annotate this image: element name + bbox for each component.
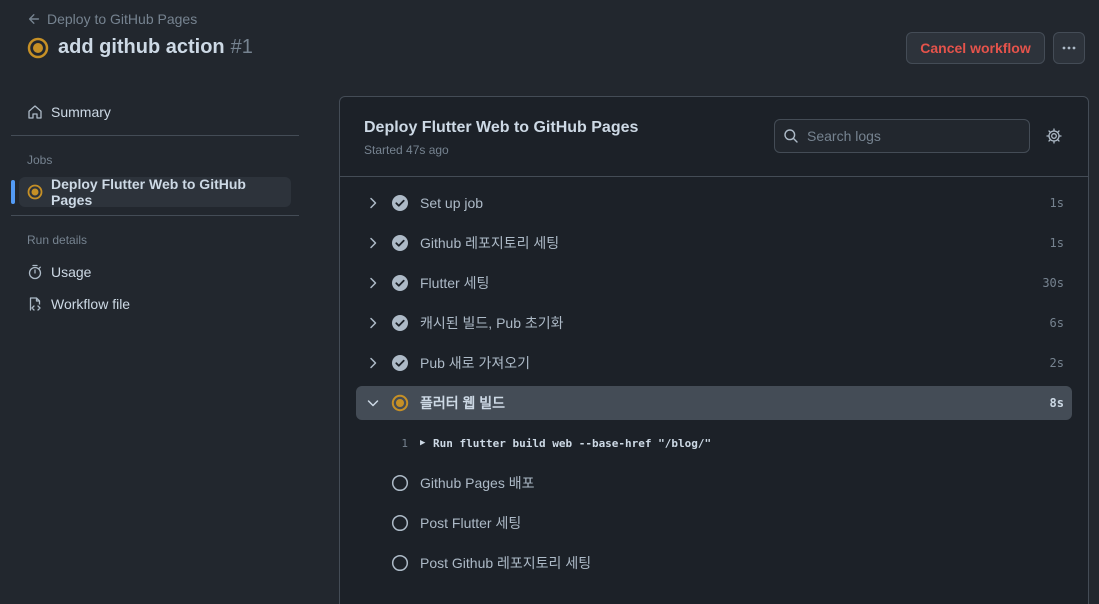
cancel-workflow-button[interactable]: Cancel workflow — [906, 32, 1045, 64]
chevron-down-icon — [367, 400, 379, 407]
check-circle-icon — [392, 355, 408, 371]
step-post-flutter-setup[interactable]: Post Flutter 세팅 — [356, 506, 1072, 540]
arrow-left-icon — [28, 14, 40, 24]
sidebar-item-usage[interactable]: Usage — [27, 264, 91, 280]
step-name: Post Github 레포지토리 세팅 — [420, 555, 592, 571]
step-github-repo-setup[interactable]: Github 레포지토리 세팅 1s — [356, 226, 1072, 260]
kebab-horizontal-icon — [1062, 46, 1076, 50]
more-options-button[interactable] — [1053, 32, 1085, 64]
log-line-number[interactable]: 1 — [388, 437, 408, 450]
step-duration: 6s — [1049, 316, 1064, 330]
workflow-run-page: Deploy to GitHub Pages add github action… — [0, 0, 1099, 604]
log-line-text: Run flutter build web --base-href "/blog… — [433, 436, 712, 450]
step-pub-get[interactable]: Pub 새로 가져오기 2s — [356, 346, 1072, 380]
sidebar-item-label: Deploy Flutter Web to GitHub Pages — [51, 176, 246, 208]
sidebar-item-label: Summary — [51, 104, 111, 120]
step-flutter-web-build[interactable]: 플러터 웹 빌드 8s — [356, 386, 1072, 420]
step-duration: 1s — [1049, 196, 1064, 210]
run-details-heading: Run details — [27, 233, 88, 247]
search-logs-input[interactable] — [807, 128, 1027, 144]
active-job-indicator — [11, 180, 15, 204]
step-duration: 30s — [1042, 276, 1064, 290]
queued-circle-icon — [391, 474, 409, 492]
back-to-workflow-link[interactable]: Deploy to GitHub Pages — [27, 11, 197, 27]
job-log-panel: Deploy Flutter Web to GitHub Pages Start… — [339, 96, 1089, 604]
step-name: 플러터 웹 빌드 — [420, 395, 506, 411]
run-title-row: add github action #1 — [27, 36, 253, 59]
sidebar-item-label: Workflow file — [51, 296, 131, 312]
stopwatch-icon — [28, 264, 42, 280]
sidebar-item-active-job[interactable]: Deploy Flutter Web to GitHub Pages — [19, 176, 291, 208]
chevron-right-icon — [370, 277, 377, 289]
search-logs-box[interactable] — [774, 119, 1030, 153]
step-name: Github Pages 배포 — [420, 475, 535, 491]
sidebar-divider — [11, 135, 299, 136]
in-progress-status-icon — [27, 37, 49, 58]
step-name: Post Flutter 세팅 — [420, 515, 522, 531]
step-post-github-repo-setup[interactable]: Post Github 레포지토리 세팅 — [356, 546, 1072, 580]
search-icon — [784, 129, 798, 143]
check-circle-icon — [392, 275, 408, 291]
step-cache-init[interactable]: 캐시된 빌드, Pub 초기화 6s — [356, 306, 1072, 340]
check-circle-icon — [392, 315, 408, 331]
step-duration: 8s — [1049, 396, 1064, 410]
job-title: Deploy Flutter Web to GitHub Pages — [364, 119, 639, 136]
job-started-time: Started 47s ago — [364, 143, 449, 157]
jobs-heading: Jobs — [27, 153, 53, 167]
file-code-icon — [29, 297, 41, 311]
chevron-right-icon — [370, 237, 377, 249]
home-icon — [28, 105, 42, 119]
sidebar-item-workflow-file[interactable]: Workflow file — [27, 296, 130, 312]
gear-icon[interactable] — [1046, 128, 1062, 144]
back-link-label: Deploy to GitHub Pages — [47, 11, 198, 27]
step-name: Set up job — [420, 195, 484, 211]
step-name: 캐시된 빌드, Pub 초기화 — [420, 315, 564, 331]
step-set-up-job[interactable]: Set up job 1s — [356, 186, 1072, 220]
chevron-right-icon — [370, 197, 377, 209]
check-circle-icon — [392, 235, 408, 251]
chevron-right-icon — [370, 357, 377, 369]
run-number: #1 — [230, 36, 253, 58]
step-name: Pub 새로 가져오기 — [420, 355, 530, 371]
in-progress-status-icon — [391, 394, 409, 412]
sidebar-item-label: Usage — [51, 264, 92, 280]
chevron-right-icon — [370, 317, 377, 329]
check-circle-icon — [392, 195, 408, 211]
step-duration: 1s — [1049, 236, 1064, 250]
step-flutter-setup[interactable]: Flutter 세팅 30s — [356, 266, 1072, 300]
step-github-pages-deploy[interactable]: Github Pages 배포 — [356, 466, 1072, 500]
log-group-toggle-icon[interactable]: ▶ — [420, 438, 425, 448]
step-name: Flutter 세팅 — [420, 275, 490, 291]
queued-circle-icon — [391, 514, 409, 532]
queued-circle-icon — [391, 554, 409, 572]
run-title: add github action — [58, 36, 225, 58]
step-duration: 2s — [1049, 356, 1064, 370]
job-header: Deploy Flutter Web to GitHub Pages Start… — [340, 97, 1088, 177]
sidebar-divider — [11, 215, 299, 216]
log-line: 1 ▶ Run flutter build web --base-href "/… — [356, 433, 1072, 453]
sidebar-item-summary[interactable]: Summary — [27, 104, 111, 120]
in-progress-status-icon — [27, 184, 43, 200]
step-name: Github 레포지토리 세팅 — [420, 235, 560, 251]
